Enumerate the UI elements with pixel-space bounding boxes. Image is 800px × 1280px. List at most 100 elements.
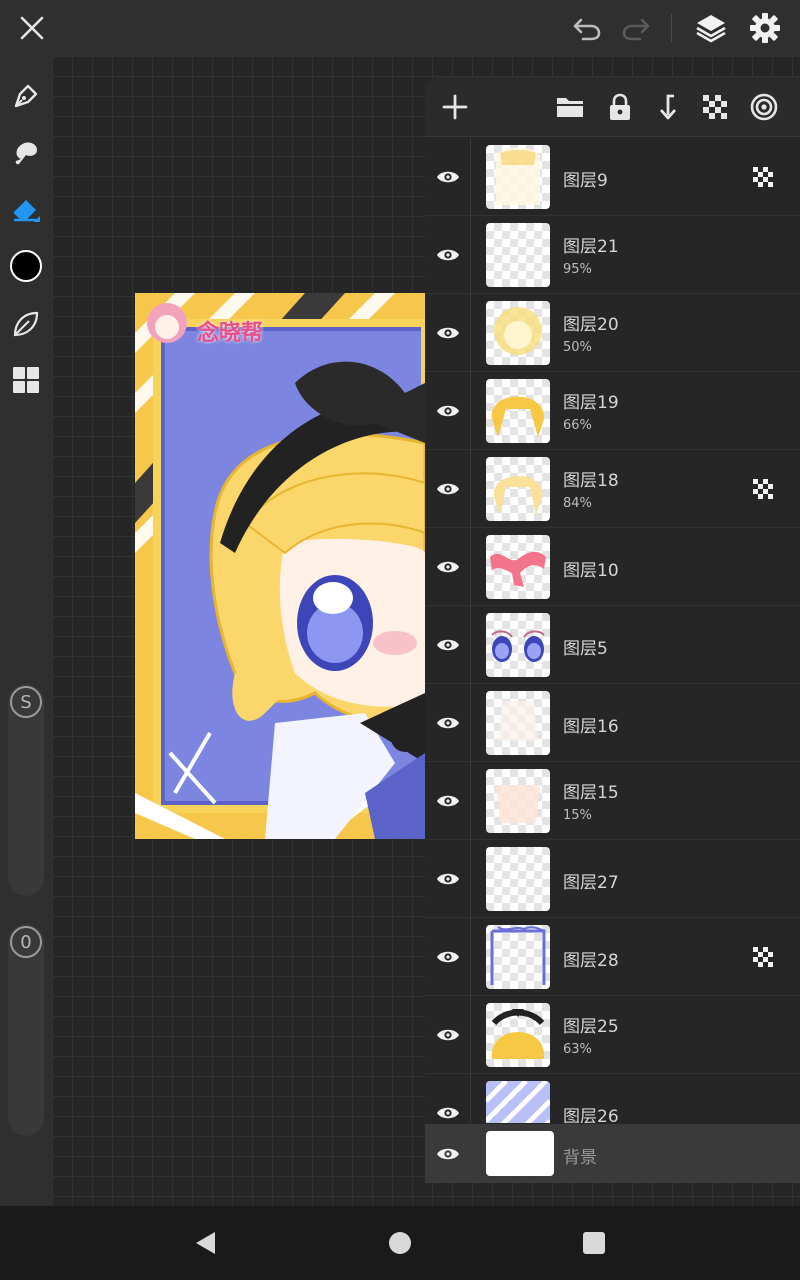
layer-settings-icon[interactable] <box>742 85 786 129</box>
layer-row[interactable]: 图层18 84% <box>425 450 800 528</box>
layer-thumbnail <box>486 535 550 599</box>
eye-icon[interactable] <box>425 1074 471 1123</box>
brush-size-slider[interactable]: S <box>8 684 44 896</box>
background-layer-row[interactable]: 背景 <box>425 1124 800 1183</box>
eye-icon[interactable] <box>425 138 471 216</box>
layer-opacity: 84% <box>563 496 592 511</box>
pen-tool-icon[interactable] <box>4 74 48 118</box>
toolbar-divider <box>671 14 672 42</box>
transparency-icon[interactable] <box>693 85 737 129</box>
merge-down-icon[interactable] <box>645 85 689 129</box>
gear-icon[interactable] <box>743 8 787 48</box>
layer-thumbnail <box>486 1003 550 1067</box>
eye-icon[interactable] <box>425 450 471 528</box>
layer-thumbnail <box>486 769 550 833</box>
layer-thumbnail <box>486 457 550 521</box>
layer-name: 图层19 <box>563 393 619 413</box>
folder-icon[interactable] <box>548 85 592 129</box>
eye-icon[interactable] <box>425 216 471 294</box>
back-icon[interactable] <box>188 1226 222 1260</box>
layer-name: 图层16 <box>563 717 619 737</box>
lock-icon[interactable] <box>598 85 642 129</box>
layer-thumbnail <box>486 847 550 911</box>
app-root: 念晓帮 S 0 图层9 图层21 95% 图层20 50% 图层19 66% 图… <box>0 0 800 1280</box>
layer-name: 图层9 <box>563 171 608 191</box>
recents-icon[interactable] <box>577 1226 611 1260</box>
layer-row[interactable]: 图层26 <box>425 1074 800 1123</box>
redo-icon[interactable] <box>614 8 658 48</box>
layer-row[interactable]: 图层19 66% <box>425 372 800 450</box>
artwork-signature: 念晓帮 <box>197 321 264 346</box>
layer-row[interactable]: 图层16 <box>425 684 800 762</box>
eye-icon[interactable] <box>425 606 471 684</box>
layer-thumbnail <box>486 145 550 209</box>
eye-icon[interactable] <box>425 840 471 918</box>
layer-name: 图层25 <box>563 1017 619 1037</box>
add-layer-icon[interactable] <box>433 85 477 129</box>
brush-opacity-slider[interactable]: 0 <box>8 924 44 1136</box>
eye-icon[interactable] <box>425 996 471 1074</box>
layer-thumbnail <box>486 613 550 677</box>
eye-icon[interactable] <box>425 762 471 840</box>
layer-thumbnail <box>486 925 550 989</box>
layer-thumbnail <box>486 691 550 755</box>
layer-name: 图层15 <box>563 783 619 803</box>
background-layer-name: 背景 <box>563 1148 597 1168</box>
artwork-illustration <box>135 293 425 839</box>
layer-name: 图层27 <box>563 873 619 893</box>
top-toolbar <box>0 0 800 56</box>
layer-row[interactable]: 图层21 95% <box>425 216 800 294</box>
tool-rail: S 0 <box>0 56 52 1206</box>
brush-opacity-badge: 0 <box>10 926 42 958</box>
smudge-tool-icon[interactable] <box>4 130 48 174</box>
layer-row[interactable]: 图层9 <box>425 138 800 216</box>
alpha-lock-icon[interactable] <box>753 167 773 187</box>
brush-size-badge: S <box>10 686 42 718</box>
eye-icon[interactable] <box>425 1124 471 1183</box>
alpha-lock-icon[interactable] <box>753 479 773 499</box>
layer-opacity: 50% <box>563 340 592 355</box>
layers-toolbar <box>425 77 800 137</box>
layer-name: 图层18 <box>563 471 619 491</box>
layer-name: 图层28 <box>563 951 619 971</box>
layer-row[interactable]: 图层27 <box>425 840 800 918</box>
alpha-lock-icon[interactable] <box>753 947 773 967</box>
layer-row[interactable]: 图层20 50% <box>425 294 800 372</box>
layer-thumbnail <box>486 1081 550 1123</box>
color-picker-icon[interactable] <box>4 244 48 288</box>
undo-icon[interactable] <box>565 8 609 48</box>
layer-row[interactable]: 图层15 15% <box>425 762 800 840</box>
layer-list[interactable]: 图层9 图层21 95% 图层20 50% 图层19 66% 图层18 84% 图层10 图层5 图层… <box>425 138 800 1123</box>
home-icon[interactable] <box>383 1226 417 1260</box>
layer-opacity: 66% <box>563 418 592 433</box>
eye-icon[interactable] <box>425 528 471 606</box>
layer-name: 图层10 <box>563 561 619 581</box>
eye-icon[interactable] <box>425 684 471 762</box>
layer-opacity: 95% <box>563 262 592 277</box>
layer-opacity: 63% <box>563 1042 592 1057</box>
layer-thumbnail <box>486 301 550 365</box>
artwork-canvas[interactable]: 念晓帮 <box>135 293 425 839</box>
layer-row[interactable]: 图层10 <box>425 528 800 606</box>
eye-icon[interactable] <box>425 372 471 450</box>
brush-library-icon[interactable] <box>4 302 48 346</box>
layers-panel: 图层9 图层21 95% 图层20 50% 图层19 66% 图层18 84% 图层10 图层5 图层… <box>425 77 800 1183</box>
layer-name: 图层5 <box>563 639 608 659</box>
eye-icon[interactable] <box>425 294 471 372</box>
close-icon[interactable] <box>10 8 54 48</box>
layers-icon[interactable] <box>689 8 733 48</box>
eraser-tool-icon[interactable] <box>4 186 48 230</box>
layer-row[interactable]: 图层25 63% <box>425 996 800 1074</box>
layer-name: 图层21 <box>563 237 619 257</box>
layer-thumbnail <box>486 379 550 443</box>
layer-name: 图层26 <box>563 1107 619 1123</box>
layer-name: 图层20 <box>563 315 619 335</box>
layer-row[interactable]: 图层28 <box>425 918 800 996</box>
layer-opacity: 15% <box>563 808 592 823</box>
layer-row[interactable]: 图层5 <box>425 606 800 684</box>
system-nav-bar <box>0 1206 800 1280</box>
eye-icon[interactable] <box>425 918 471 996</box>
layer-thumbnail <box>486 223 550 287</box>
gallery-icon[interactable] <box>4 358 48 402</box>
background-thumbnail <box>486 1131 554 1176</box>
